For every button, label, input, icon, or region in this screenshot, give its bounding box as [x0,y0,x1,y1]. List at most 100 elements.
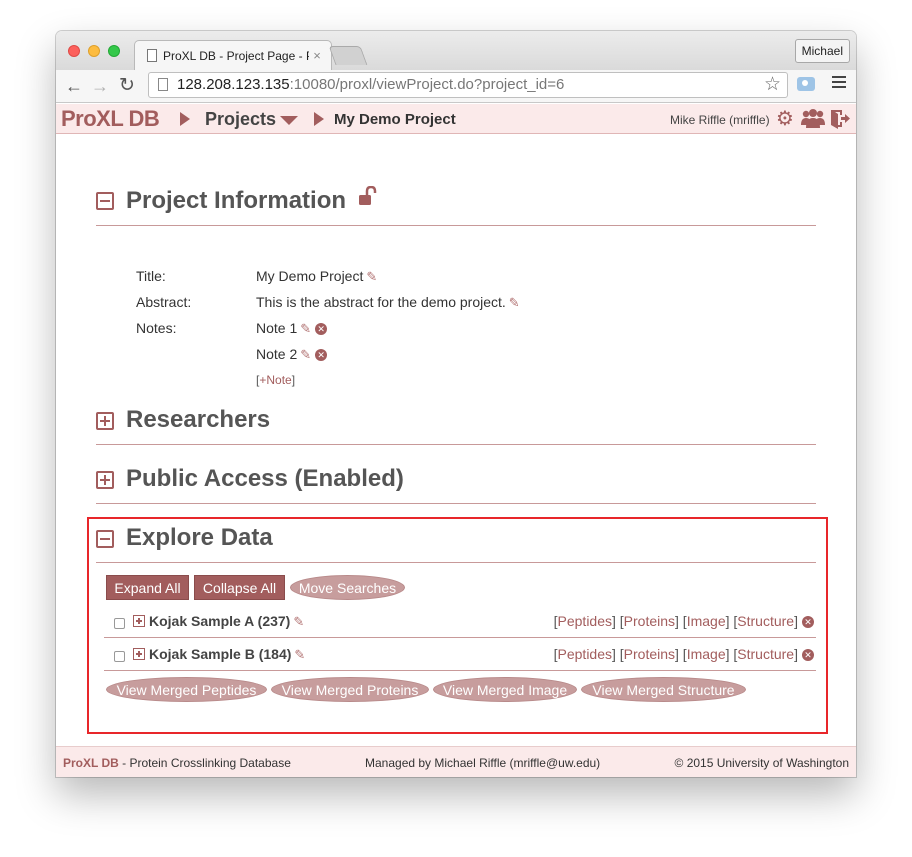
browser-toolbar: ← → ↻ 128.208.123.135:10080/proxl/viewPr… [56,70,856,103]
peptides-link[interactable]: Peptides [558,646,612,662]
collapse-icon[interactable] [96,530,114,548]
add-note: [+Note] [256,373,295,387]
delete-note-1-icon[interactable]: ✕ [315,323,328,335]
forward-icon[interactable]: → [91,74,109,98]
view-merged-image-button[interactable]: View Merged Image [433,677,577,702]
explore-data-header: Explore Data [96,519,816,563]
proteins-link[interactable]: Proteins [624,646,675,662]
edit-note-2-icon[interactable]: ✎ [300,347,311,363]
url-host: 128.208.123.135 [177,76,290,93]
maximize-window-icon[interactable] [108,45,120,57]
project-info-header: Project Information [96,185,816,226]
expand-icon[interactable] [96,412,114,430]
search-name-text: Kojak Sample B (184) [149,646,292,662]
collapse-icon[interactable] [96,192,114,210]
title-value: My Demo Project ✎ [256,268,377,285]
peptides-link[interactable]: Peptides [558,613,612,629]
browser-tab[interactable]: ProXL DB - Project Page - P × [134,40,332,70]
delete-search-icon[interactable]: ✕ [802,649,814,661]
users-icon[interactable] [800,107,826,129]
abstract-label: Abstract: [136,294,192,310]
profile-button[interactable]: Michael [794,39,850,63]
url-path: :10080/proxl/viewProject.do?project_id=6 [289,76,565,93]
search-links: [Peptides] [Proteins] [Image] [Structure… [554,646,814,662]
structure-link[interactable]: Structure [737,646,794,662]
caret-right-icon [180,112,190,126]
expand-search-icon[interactable] [133,615,145,627]
search-name-text: Kojak Sample A (237) [149,613,291,629]
footer: ProXL DB - Protein Crosslinking Database… [56,746,856,777]
image-link[interactable]: Image [687,613,726,629]
breadcrumb-project[interactable]: My Demo Project [334,110,456,130]
caret-down-icon[interactable] [280,116,298,125]
footer-managed[interactable]: Managed by Michael Riffle (mriffle@uw.ed… [365,756,600,770]
camera-icon[interactable] [797,77,815,91]
view-merged-peptides-button[interactable]: View Merged Peptides [106,677,267,702]
search-name: Kojak Sample A (237) ✎ [149,613,304,630]
address-bar[interactable]: 128.208.123.135:10080/proxl/viewProject.… [148,72,788,98]
researchers-title[interactable]: Researchers [126,406,270,434]
proteins-link[interactable]: Proteins [624,613,675,629]
document-icon [158,78,168,91]
note-1: Note 1 ✎ ✕ [256,320,328,337]
expand-all-button[interactable]: Expand All [106,575,189,600]
structure-link[interactable]: Structure [737,613,794,629]
abstract-value: This is the abstract for the demo projec… [256,294,520,311]
proxl-logo[interactable]: ProXL DB [61,105,160,133]
search-row: Kojak Sample B (184) ✎ [Peptides] [Protei… [104,638,816,671]
page-icon [147,49,157,62]
search-name: Kojak Sample B (184) ✎ [149,646,305,663]
edit-abstract-icon[interactable]: ✎ [509,295,520,311]
tab-close-icon[interactable]: × [309,48,325,63]
app-header: ProXL DB Projects My Demo Project Mike R… [56,104,856,134]
star-icon[interactable]: ☆ [764,73,781,97]
browser-window: ProXL DB - Project Page - P × Michael ← … [56,31,856,777]
add-note-link[interactable]: +Note [259,373,291,387]
public-access-header: Public Access (Enabled) [96,460,816,504]
gear-icon[interactable]: ⚙ [776,108,794,130]
search-checkbox[interactable] [114,651,125,662]
back-icon[interactable]: ← [65,74,83,98]
unlock-icon[interactable] [357,185,379,206]
note-2: Note 2 ✎ ✕ [256,346,328,363]
edit-search-icon[interactable]: ✎ [294,647,305,663]
delete-note-2-icon[interactable]: ✕ [315,349,328,361]
new-tab-button[interactable] [328,46,368,65]
edit-search-icon[interactable]: ✎ [293,614,304,630]
footer-copyright: © 2015 University of Washington [674,756,849,770]
delete-search-icon[interactable]: ✕ [802,616,814,628]
explore-data-title: Explore Data [126,524,273,551]
menu-icon[interactable] [832,76,846,90]
logout-icon[interactable] [829,108,851,130]
user-name[interactable]: Mike Riffle (mriffle) [670,112,770,128]
expand-icon[interactable] [96,471,114,489]
edit-note-1-icon[interactable]: ✎ [300,321,311,337]
image-link[interactable]: Image [687,646,726,662]
title-label: Title: [136,268,166,284]
note-2-text: Note 2 [256,346,298,362]
expand-search-icon[interactable] [133,648,145,660]
close-window-icon[interactable] [68,45,80,57]
footer-brand: ProXL DB - Protein Crosslinking Database [63,756,291,770]
caret-right-icon [314,112,324,126]
tab-bar: ProXL DB - Project Page - P × Michael [56,31,856,70]
project-info-title: Project Information [126,185,379,215]
move-searches-button[interactable]: Move Searches [290,575,405,600]
notes-label: Notes: [136,320,177,336]
abstract-text: This is the abstract for the demo projec… [256,294,506,310]
footer-logo[interactable]: ProXL DB [63,756,119,770]
footer-tagline: - Protein Crosslinking Database [118,756,291,770]
bracket: ] [291,373,296,387]
public-access-title[interactable]: Public Access (Enabled) [126,465,404,493]
note-1-text: Note 1 [256,320,298,336]
reload-icon[interactable]: ↻ [119,74,135,98]
tab-title: ProXL DB - Project Page - P [163,48,309,63]
minimize-window-icon[interactable] [88,45,100,57]
view-merged-proteins-button[interactable]: View Merged Proteins [271,677,429,702]
projects-menu[interactable]: Projects [205,107,276,131]
search-checkbox[interactable] [114,618,125,629]
view-merged-structure-button[interactable]: View Merged Structure [581,677,746,702]
collapse-all-button[interactable]: Collapse All [194,575,285,600]
project-title-text: My Demo Project [256,268,364,284]
edit-title-icon[interactable]: ✎ [366,269,377,285]
